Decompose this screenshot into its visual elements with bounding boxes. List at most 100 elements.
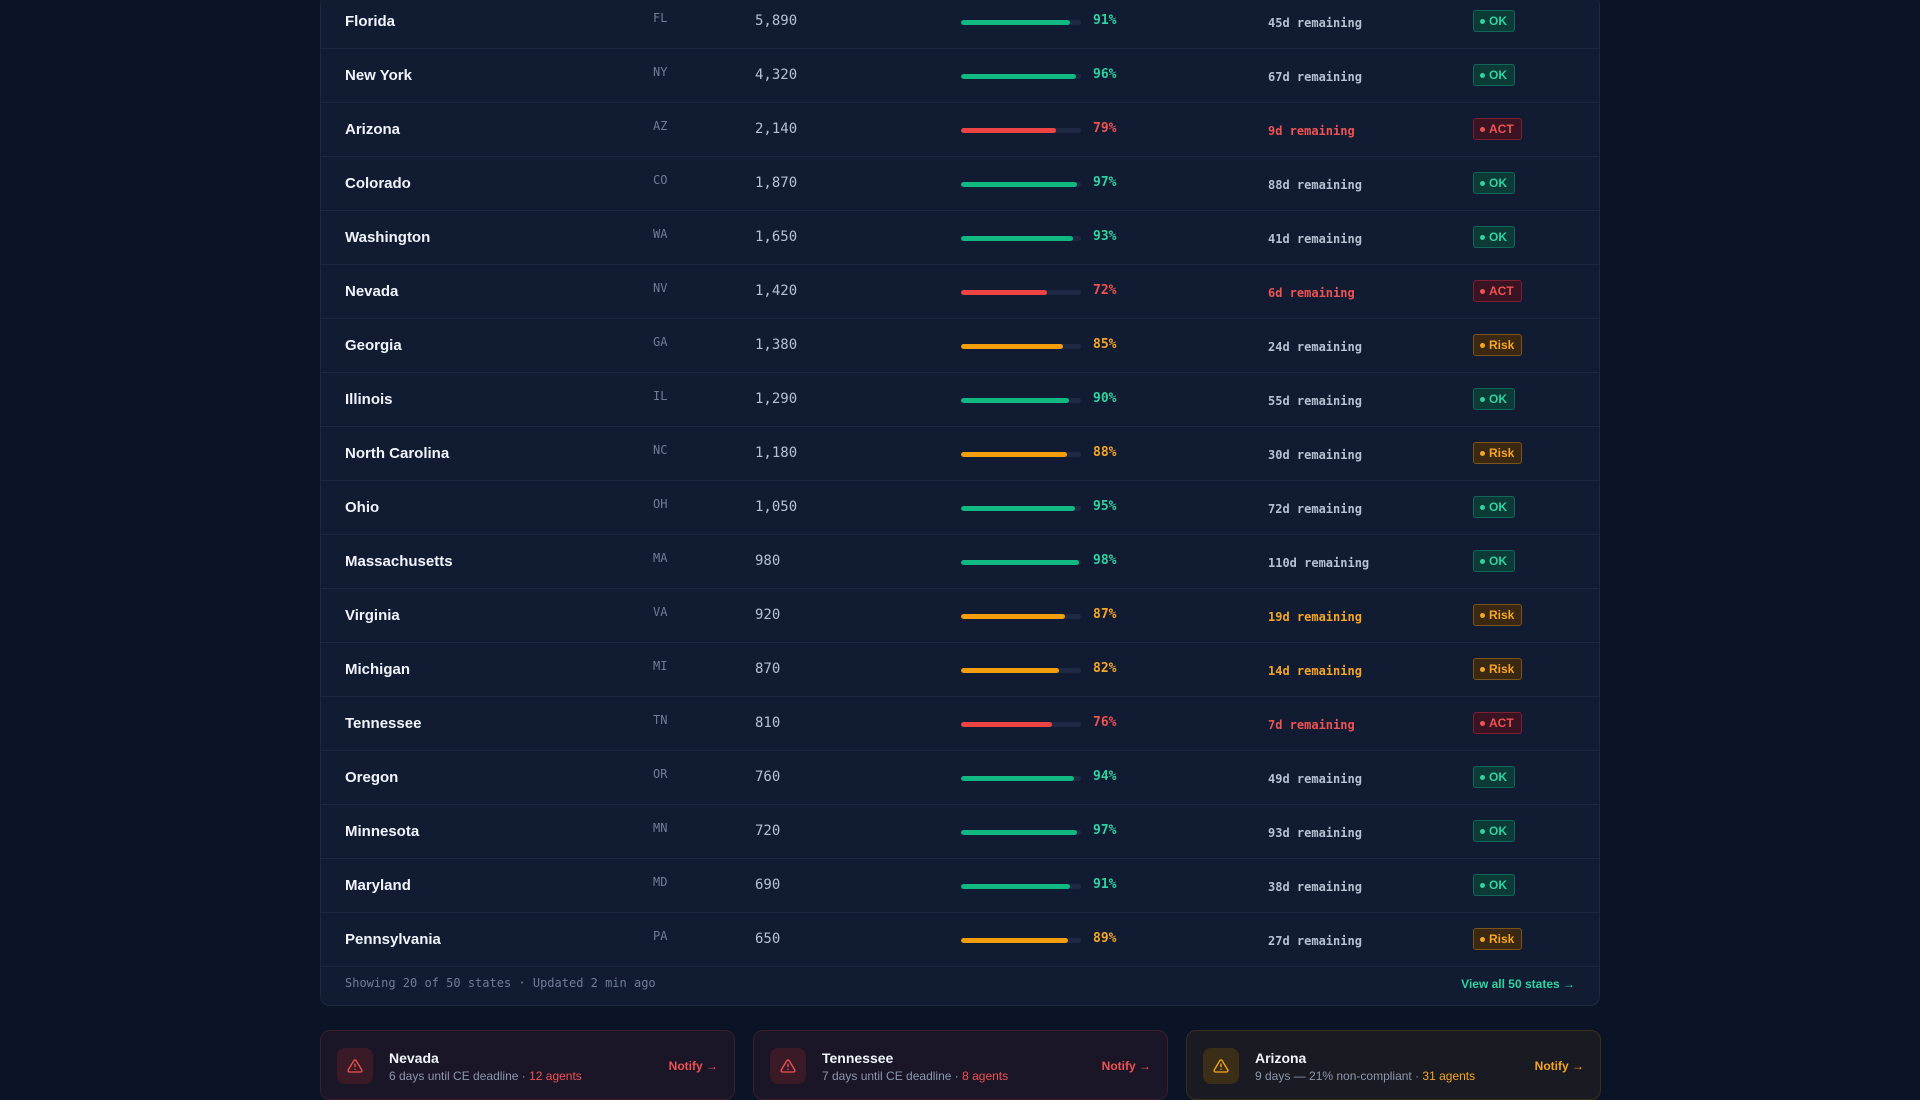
compliance-percent: 82%	[1093, 661, 1117, 676]
table-row[interactable]: Washington WA 1,650 93% 41d remaining OK	[321, 211, 1599, 265]
deadline-remaining: 110d remaining	[1268, 556, 1370, 570]
status-label: Risk	[1489, 446, 1515, 460]
agent-count: 690	[755, 877, 781, 893]
table-row[interactable]: Michigan MI 870 82% 14d remaining Risk	[321, 643, 1599, 697]
status-badge: OK	[1473, 766, 1515, 788]
status-badge: OK	[1473, 496, 1515, 518]
compliance-bar-fill	[961, 722, 1053, 727]
status-dot-icon	[1480, 180, 1485, 186]
state-abbr: CO	[653, 173, 668, 187]
state-name: Florida	[345, 13, 396, 30]
table-row[interactable]: Pennsylvania PA 650 89% 27d remaining Risk	[321, 913, 1599, 967]
agent-count: 760	[755, 769, 781, 785]
compliance-percent: 76%	[1093, 715, 1117, 730]
deadline-remaining: 24d remaining	[1268, 340, 1362, 354]
state-abbr: MA	[653, 551, 668, 565]
table-row[interactable]: Florida FL 5,890 91% 45d remaining OK	[321, 0, 1599, 49]
notify-button[interactable]: Notify →	[669, 1059, 718, 1073]
compliance-bar	[961, 776, 1081, 781]
table-row[interactable]: Maryland MD 690 91% 38d remaining OK	[321, 859, 1599, 913]
state-abbr: WA	[653, 227, 668, 241]
status-label: OK	[1489, 500, 1507, 514]
compliance-bar-fill	[961, 128, 1056, 133]
agent-count: 720	[755, 823, 781, 839]
table-row[interactable]: Massachusetts MA 980 98% 110d remaining OK	[321, 535, 1599, 589]
compliance-bar-fill	[961, 452, 1067, 457]
state-abbr: OH	[653, 497, 668, 511]
table-footer: Showing 20 of 50 states · Updated 2 min …	[321, 965, 1599, 1005]
compliance-bar-fill	[961, 344, 1063, 349]
compliance-bar	[961, 506, 1081, 511]
agent-count: 870	[755, 661, 781, 677]
compliance-percent: 85%	[1093, 337, 1117, 352]
status-badge: ACT	[1473, 280, 1522, 302]
compliance-bar	[961, 344, 1081, 349]
status-dot-icon	[1480, 342, 1485, 348]
state-abbr: OR	[653, 767, 668, 781]
compliance-percent: 91%	[1093, 877, 1117, 892]
table-row[interactable]: Minnesota MN 720 97% 93d remaining OK	[321, 805, 1599, 859]
table-row[interactable]: Tennessee TN 810 76% 7d remaining ACT	[321, 697, 1599, 751]
notify-button[interactable]: Notify →	[1535, 1059, 1584, 1073]
table-row[interactable]: Nevada NV 1,420 72% 6d remaining ACT	[321, 265, 1599, 319]
compliance-bar-fill	[961, 398, 1069, 403]
status-dot-icon	[1480, 720, 1485, 726]
table-row[interactable]: Georgia GA 1,380 85% 24d remaining Risk	[321, 319, 1599, 373]
compliance-bar	[961, 938, 1081, 943]
deadline-remaining: 72d remaining	[1268, 502, 1362, 516]
table-row[interactable]: Virginia VA 920 87% 19d remaining Risk	[321, 589, 1599, 643]
table-row[interactable]: Colorado CO 1,870 97% 88d remaining OK	[321, 157, 1599, 211]
table-row[interactable]: Illinois IL 1,290 90% 55d remaining OK	[321, 373, 1599, 427]
notify-button[interactable]: Notify →	[1102, 1059, 1151, 1073]
table-row[interactable]: North Carolina NC 1,180 88% 30d remaining Ris…	[321, 427, 1599, 481]
compliance-percent: 79%	[1093, 121, 1117, 136]
status-label: ACT	[1489, 122, 1514, 136]
compliance-bar-fill	[961, 182, 1078, 187]
compliance-bar-fill	[961, 74, 1077, 79]
status-label: Risk	[1489, 662, 1515, 676]
compliance-bar-fill	[961, 290, 1048, 295]
table-row[interactable]: Oregon OR 760 94% 49d remaining OK	[321, 751, 1599, 805]
alert-agent-count: 31 agents	[1422, 1069, 1476, 1083]
agent-count: 1,380	[755, 337, 798, 353]
compliance-bar	[961, 74, 1081, 79]
status-dot-icon	[1480, 396, 1485, 402]
state-name: Washington	[345, 229, 431, 246]
alert-subtitle: 9 days — 21% non-compliant · 31 agents	[1255, 1069, 1475, 1083]
agent-count: 650	[755, 931, 781, 947]
state-name: Minnesota	[345, 823, 420, 840]
alert-title: Arizona	[1255, 1050, 1307, 1066]
table-row[interactable]: New York NY 4,320 96% 67d remaining OK	[321, 49, 1599, 103]
deadline-remaining: 55d remaining	[1268, 394, 1362, 408]
status-label: OK	[1489, 770, 1507, 784]
agent-count: 810	[755, 715, 781, 731]
compliance-bar-fill	[961, 560, 1079, 565]
agent-count: 1,650	[755, 229, 798, 245]
table-row[interactable]: Arizona AZ 2,140 79% 9d remaining ACT	[321, 103, 1599, 157]
state-abbr: MN	[653, 821, 668, 835]
deadline-remaining: 27d remaining	[1268, 934, 1362, 948]
status-label: Risk	[1489, 338, 1515, 352]
status-dot-icon	[1480, 828, 1485, 834]
alert-detail: 7 days until CE deadline ·	[822, 1069, 963, 1083]
state-abbr: TN	[653, 713, 668, 727]
compliance-bar-fill	[961, 668, 1060, 673]
status-label: OK	[1489, 14, 1507, 28]
state-abbr: GA	[653, 335, 668, 349]
status-badge: OK	[1473, 64, 1515, 86]
table-row[interactable]: Ohio OH 1,050 95% 72d remaining OK	[321, 481, 1599, 535]
deadline-remaining: 49d remaining	[1268, 772, 1362, 786]
compliance-bar	[961, 398, 1081, 403]
status-badge: Risk	[1473, 334, 1523, 356]
deadline-remaining: 88d remaining	[1268, 178, 1362, 192]
state-abbr: VA	[653, 605, 668, 619]
state-name: Virginia	[345, 607, 400, 624]
agent-count: 1,050	[755, 499, 798, 515]
status-badge: OK	[1473, 226, 1515, 248]
compliance-bar	[961, 668, 1081, 673]
status-label: ACT	[1489, 284, 1514, 298]
view-all-states-link[interactable]: View all 50 states →	[1461, 977, 1575, 991]
status-badge: OK	[1473, 172, 1515, 194]
status-dot-icon	[1480, 288, 1485, 294]
status-label: Risk	[1489, 608, 1515, 622]
